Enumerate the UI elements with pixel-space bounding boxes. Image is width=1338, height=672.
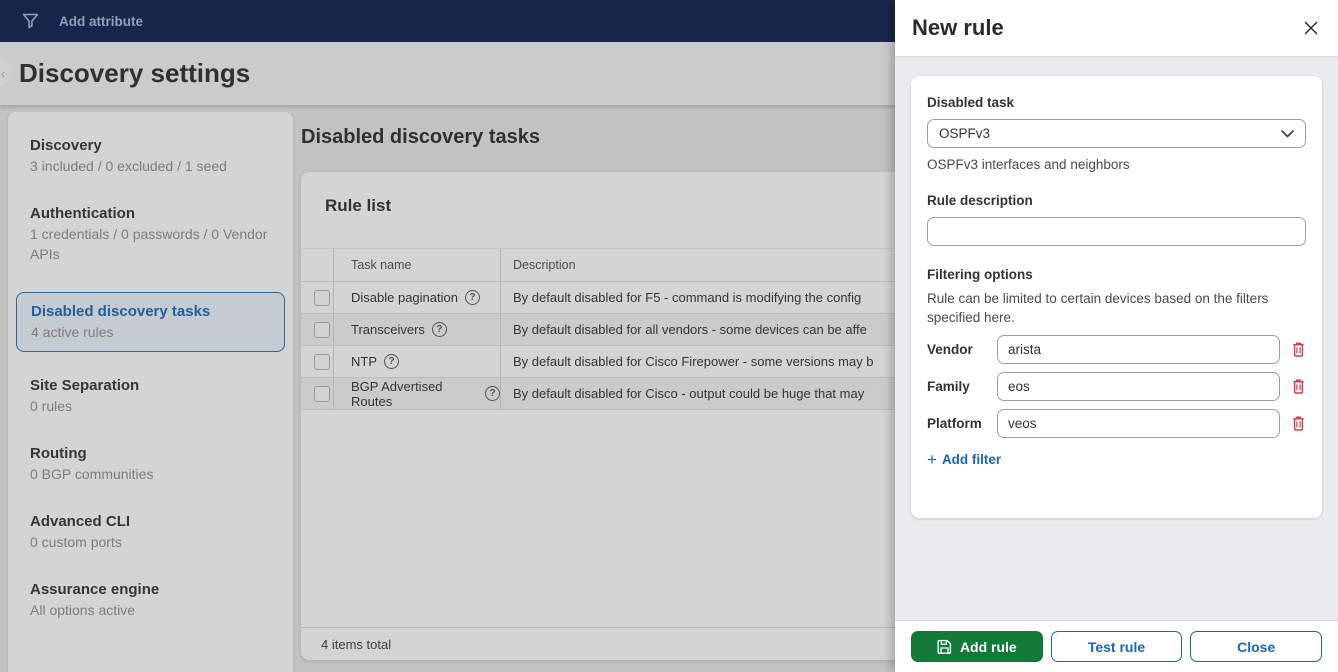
plus-icon xyxy=(927,453,937,467)
rule-description-input[interactable] xyxy=(927,217,1306,246)
drawer-body: Disabled task OSPFv3 OSPFv3 interfaces a… xyxy=(895,57,1338,620)
drawer-title: New rule xyxy=(912,15,1004,40)
filtering-options-title: Filtering options xyxy=(927,267,1033,282)
trash-icon xyxy=(1293,379,1304,394)
delete-filter-button[interactable] xyxy=(1280,342,1306,357)
family-input[interactable] xyxy=(997,372,1280,401)
new-rule-drawer: New rule Disabled task OSPFv3 OSPFv3 int… xyxy=(895,0,1338,672)
drawer-footer: Add rule Test rule Close xyxy=(895,620,1338,672)
platform-input[interactable] xyxy=(997,409,1280,438)
trash-icon xyxy=(1293,416,1304,431)
add-filter-label: Add filter xyxy=(941,452,1002,467)
close-icon[interactable] xyxy=(1301,18,1321,38)
vendor-label: Vendor xyxy=(927,342,973,357)
test-rule-label: Test rule xyxy=(1087,638,1146,655)
delete-filter-button[interactable] xyxy=(1280,416,1306,431)
add-rule-label: Add rule xyxy=(959,638,1017,655)
drawer-header: New rule xyxy=(895,0,1338,57)
disabled-task-select[interactable]: OSPFv3 xyxy=(927,119,1306,148)
disabled-task-helper: OSPFv3 interfaces and neighbors xyxy=(927,157,1130,172)
modal-overlay[interactable] xyxy=(0,0,895,672)
close-button[interactable]: Close xyxy=(1190,631,1323,662)
disabled-task-value: OSPFv3 xyxy=(939,126,991,141)
family-label: Family xyxy=(927,379,970,394)
platform-label: Platform xyxy=(927,416,982,431)
new-rule-form-card: Disabled task OSPFv3 OSPFv3 interfaces a… xyxy=(911,76,1322,518)
test-rule-button[interactable]: Test rule xyxy=(1050,631,1183,662)
add-filter-button[interactable]: Add filter xyxy=(927,452,1001,467)
filter-row-platform: Platform xyxy=(927,409,1306,438)
delete-filter-button[interactable] xyxy=(1280,379,1306,394)
filtering-options-description: Rule can be limited to certain devices b… xyxy=(927,291,1269,325)
filter-row-vendor: Vendor xyxy=(927,335,1306,364)
filter-row-family: Family xyxy=(927,372,1306,401)
disabled-task-label: Disabled task xyxy=(927,95,1015,110)
chevron-down-icon xyxy=(1281,129,1294,137)
vendor-input[interactable] xyxy=(997,335,1280,364)
add-rule-button[interactable]: Add rule xyxy=(911,631,1043,662)
trash-icon xyxy=(1293,342,1304,357)
close-label: Close xyxy=(1237,638,1276,655)
rule-description-label: Rule description xyxy=(927,193,1033,208)
save-icon xyxy=(937,639,952,654)
